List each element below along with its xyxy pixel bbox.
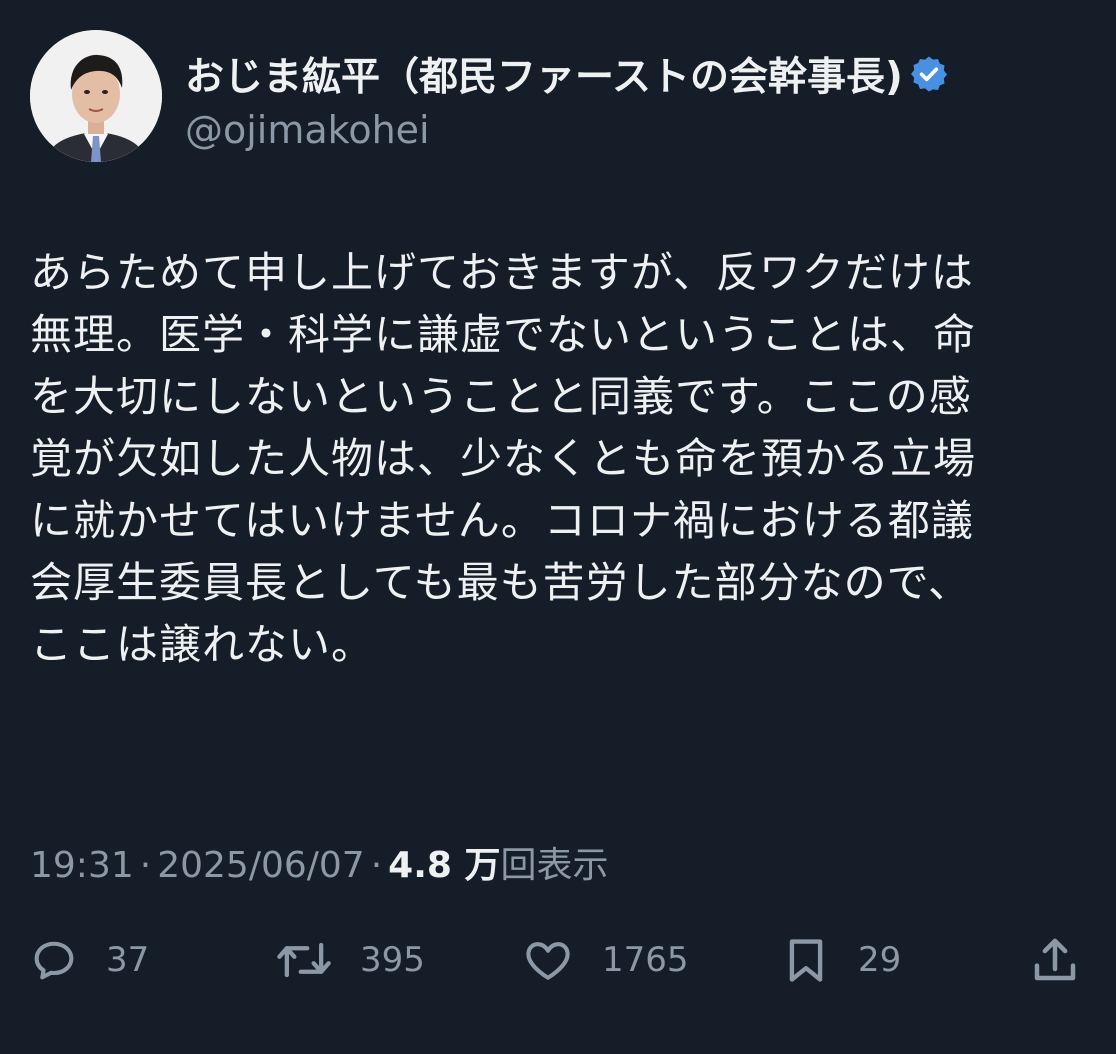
tweet-text-line: 会厚生委員長としても最も苦労した部分なので、 xyxy=(30,558,971,607)
avatar-photo xyxy=(30,30,162,162)
retweet-icon xyxy=(277,942,331,978)
tweet-text-line: を大切にしないということと同義です。ここの感 xyxy=(30,372,972,421)
tweet-meta: 19:31 · 2025/06/07 · 4.8 万 回表示 xyxy=(30,836,608,888)
views-count: 4.8 万 xyxy=(388,845,501,886)
bookmark-icon xyxy=(789,939,823,982)
like-count: 1765 xyxy=(602,940,689,980)
retweet-count: 395 xyxy=(360,940,425,980)
reply-button[interactable]: 37 xyxy=(28,930,149,990)
tweet-text: あらためて申し上げておきますが、反ワクだけは 無理。医学・科学に謙虚でないという… xyxy=(30,242,1086,676)
tweet-text-line: に就かせてはいけません。コロナ禍における都議 xyxy=(30,496,974,545)
bookmark-count: 29 xyxy=(858,940,902,980)
tweet-text-line: 無理。医学・科学に謙虚でないということは、命 xyxy=(30,310,977,359)
tweet: おじま紘平（都民ファーストの会幹事長) @ojimakohei あらためて申し上… xyxy=(0,0,1116,1054)
avatar[interactable] xyxy=(30,30,162,162)
author-name-row: おじま紘平（都民ファーストの会幹事長) xyxy=(185,44,949,104)
meta-separator: · xyxy=(139,845,152,886)
author-handle[interactable]: @ojimakohei xyxy=(185,108,430,152)
retweet-button[interactable]: 395 xyxy=(274,930,425,990)
like-button[interactable]: 1765 xyxy=(520,930,689,990)
tweet-text-line: あらためて申し上げておきますが、反ワクだけは xyxy=(30,248,974,297)
heart-icon xyxy=(526,942,570,980)
tweet-date[interactable]: 2025/06/07 xyxy=(157,845,365,886)
tweet-time[interactable]: 19:31 xyxy=(30,845,134,886)
meta-separator: · xyxy=(370,845,383,886)
action-bar: 37 395 1765 29 xyxy=(28,930,1088,990)
share-icon xyxy=(1034,938,1076,981)
verified-badge-icon xyxy=(909,54,949,94)
bookmark-button[interactable]: 29 xyxy=(780,930,901,990)
author-display-name[interactable]: おじま紘平（都民ファーストの会幹事長) xyxy=(185,46,903,102)
views-label: 回表示 xyxy=(500,845,609,886)
reply-icon xyxy=(34,941,74,980)
share-button[interactable] xyxy=(1028,930,1082,990)
reply-count: 37 xyxy=(106,940,150,980)
tweet-text-line: 覚が欠如した人物は、少なくとも命を預かる立場 xyxy=(30,434,977,483)
tweet-text-line: ここは譲れない。 xyxy=(30,620,375,669)
